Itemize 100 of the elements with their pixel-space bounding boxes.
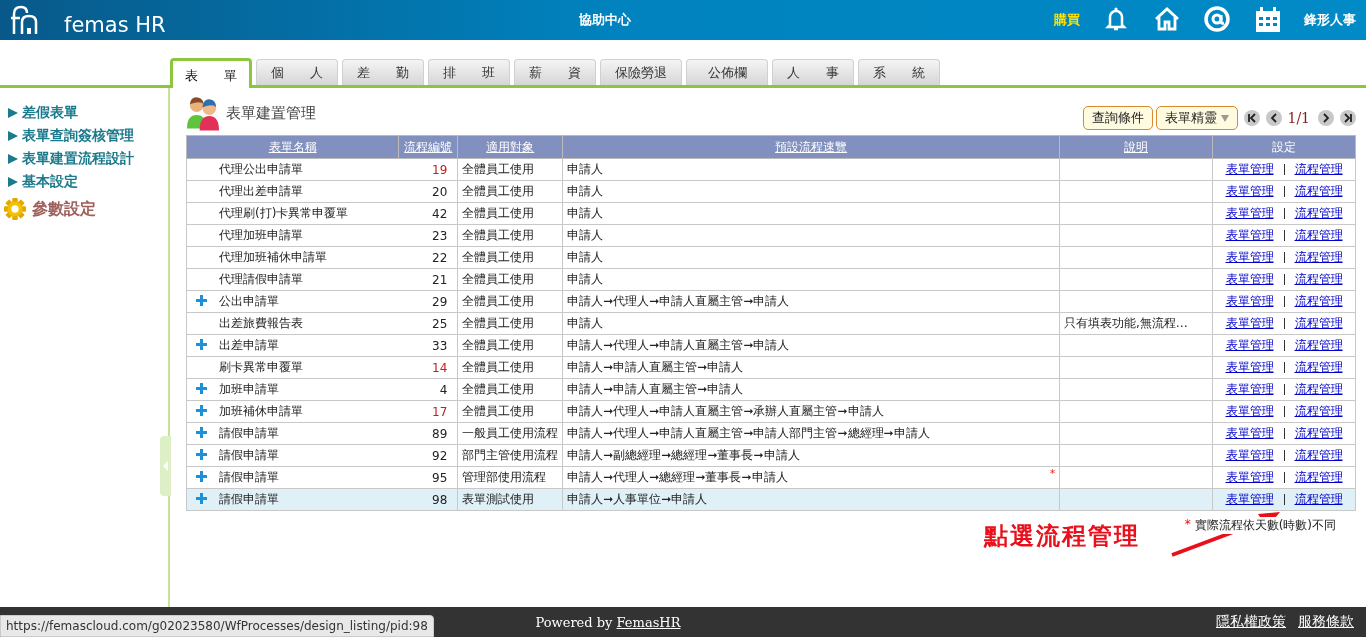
- table-link[interactable]: 表單管理: [1225, 360, 1274, 374]
- sidebar-item[interactable]: 表單查詢簽核管理: [22, 127, 134, 145]
- table-cell: 19: [432, 162, 448, 177]
- table-link[interactable]: 表單管理: [1225, 448, 1274, 462]
- table-cell: 申請人➞代理人➞申請人直屬主管➞申請人: [567, 294, 790, 308]
- table-cell: 申請人➞申請人直屬主管➞申請人: [567, 360, 744, 374]
- table-link[interactable]: 流程管理: [1294, 404, 1343, 418]
- table-cell: 23: [432, 228, 448, 243]
- sidebar-heading[interactable]: 參數設定: [32, 198, 96, 220]
- table-link[interactable]: 表單管理: [1225, 228, 1274, 242]
- table-link[interactable]: 表單管理: [1225, 294, 1274, 308]
- table-link[interactable]: 表單管理: [1225, 338, 1274, 352]
- table-link[interactable]: 流程管理: [1294, 162, 1343, 176]
- table-link[interactable]: 流程管理: [1294, 250, 1343, 264]
- plus-icon[interactable]: [195, 404, 207, 416]
- table-cell: 申請人➞代理人➞總經理➞董事長➞申請人: [567, 470, 788, 484]
- sidebar-item[interactable]: 基本設定: [22, 173, 78, 191]
- table-link[interactable]: 流程管理: [1294, 206, 1343, 220]
- table-cell: 管理部使用流程: [462, 470, 547, 484]
- table-link[interactable]: 流程管理: [1294, 448, 1343, 462]
- table-link[interactable]: 流程管理: [1294, 382, 1343, 396]
- tab[interactable]: 公佈欄: [686, 59, 768, 85]
- tab[interactable]: 排 班: [428, 59, 510, 85]
- table-cell: 申請人➞申請人直屬主管➞申請人: [567, 382, 744, 396]
- plus-icon[interactable]: [195, 426, 207, 438]
- previous-page-icon[interactable]: [1266, 110, 1283, 126]
- tab[interactable]: 個 人: [256, 59, 338, 85]
- last-page-icon[interactable]: [1340, 110, 1356, 126]
- table-cell: 25: [432, 316, 448, 331]
- table-link[interactable]: 表單管理: [1225, 404, 1274, 418]
- table-link[interactable]: 表單管理: [1225, 184, 1274, 198]
- triangle-icon: [8, 108, 18, 118]
- table-cell: 申請人➞代理人➞申請人直屬主管➞申請人: [567, 338, 790, 352]
- table-cell: 出差旅費報告表: [219, 316, 303, 330]
- table-link[interactable]: 表單管理: [1225, 382, 1274, 396]
- first-page-icon[interactable]: [1244, 110, 1261, 126]
- table-link[interactable]: 流程管理: [1294, 492, 1343, 506]
- footer-link[interactable]: 服務條款: [1298, 613, 1354, 631]
- table-cell: 全體員工使用: [462, 316, 535, 330]
- table-cell: 全體員工使用: [462, 382, 535, 396]
- annotation-text: 點選流程管理: [984, 521, 1140, 552]
- sidebar-item[interactable]: 差假表單: [22, 104, 78, 122]
- table-cell: 14: [432, 360, 448, 375]
- table-cell: 申請人: [567, 206, 604, 220]
- triangle-icon: [8, 177, 18, 187]
- plus-icon[interactable]: [195, 382, 207, 394]
- table-link[interactable]: 流程管理: [1294, 470, 1343, 484]
- table-cell: 代理公出申請單: [219, 162, 303, 176]
- table-cell: 98: [432, 492, 448, 507]
- table-link[interactable]: 流程管理: [1294, 294, 1343, 308]
- plus-icon[interactable]: [195, 338, 207, 350]
- table-cell: 全體員工使用: [462, 184, 535, 198]
- table-link[interactable]: 表單管理: [1225, 492, 1274, 506]
- column-header: 設定: [1212, 135, 1356, 159]
- table-link[interactable]: 表單管理: [1225, 250, 1274, 264]
- table-cell: 92: [432, 448, 448, 463]
- plus-icon[interactable]: [195, 470, 207, 482]
- table-link[interactable]: 流程管理: [1294, 338, 1343, 352]
- tab[interactable]: 系 統: [858, 59, 940, 85]
- plus-icon[interactable]: [195, 294, 207, 306]
- sidebar-item[interactable]: 表單建置流程設計: [22, 150, 134, 168]
- tab[interactable]: 人 事: [772, 59, 854, 85]
- tab[interactable]: 保險勞退: [600, 59, 682, 85]
- table-link[interactable]: 流程管理: [1294, 426, 1343, 440]
- triangle-icon: [8, 131, 18, 141]
- plus-icon[interactable]: [195, 492, 207, 504]
- table-cell: 申請人: [567, 272, 604, 286]
- next-page-icon[interactable]: [1318, 110, 1334, 126]
- calendar-icon[interactable]: [1254, 6, 1282, 34]
- table-cell: 出差申請單: [219, 338, 279, 352]
- table-link[interactable]: 流程管理: [1294, 228, 1343, 242]
- footer-link[interactable]: 隱私權政策: [1216, 613, 1286, 631]
- table-cell: 申請人➞代理人➞申請人直屬主管➞申請人部門主管➞總經理➞申請人: [567, 426, 930, 440]
- table-link[interactable]: 表單管理: [1225, 470, 1274, 484]
- table-cell: 申請人➞人事單位➞申請人: [567, 492, 708, 506]
- company-name[interactable]: 鋒形人事: [1304, 11, 1356, 29]
- status-url: https://femascloud.com/g02023580/WfProcesses/design_listing/pid:98: [0, 615, 434, 637]
- plus-icon[interactable]: [195, 448, 207, 460]
- wizard-dropdown[interactable]: 表單精靈: [1156, 106, 1239, 130]
- table-link[interactable]: 表單管理: [1225, 206, 1274, 220]
- table-link[interactable]: 流程管理: [1294, 184, 1343, 198]
- collapse-handle[interactable]: [160, 436, 171, 496]
- table-link[interactable]: 表單管理: [1225, 426, 1274, 440]
- table-cell: 請假申請單: [219, 470, 279, 484]
- table-cell: 95: [432, 470, 448, 485]
- tab[interactable]: 薪 資: [514, 59, 596, 85]
- tab[interactable]: 差 勤: [342, 59, 424, 85]
- table-link[interactable]: 流程管理: [1294, 360, 1343, 374]
- table-link[interactable]: 流程管理: [1294, 272, 1343, 286]
- table-link[interactable]: 表單管理: [1225, 272, 1274, 286]
- table-link[interactable]: 流程管理: [1294, 316, 1343, 330]
- tab[interactable]: 表 單: [170, 58, 252, 88]
- table-cell: 20: [432, 184, 448, 199]
- table-link[interactable]: 表單管理: [1225, 316, 1274, 330]
- brand-link[interactable]: FemasHR: [616, 614, 681, 630]
- table-cell: 請假申請單: [219, 448, 279, 462]
- at-sign-icon[interactable]: [1204, 6, 1232, 34]
- table-link[interactable]: 表單管理: [1225, 162, 1274, 176]
- table-cell: 申請人: [567, 162, 604, 176]
- query-button[interactable]: 查詢條件: [1083, 106, 1154, 130]
